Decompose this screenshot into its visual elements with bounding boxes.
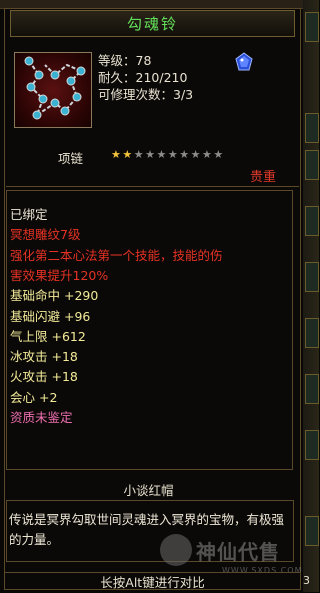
property-line: 基础命中 +290 (10, 288, 99, 304)
property-line: 冰攻击 +18 (10, 349, 78, 365)
hud-slot[interactable] (305, 374, 319, 404)
star-empty-icon: ★ (190, 148, 202, 161)
star-empty-icon: ★ (133, 148, 146, 161)
maker-name: 小谈红帽 (123, 483, 174, 498)
compare-hint: 长按Alt键进行对比 (4, 572, 301, 593)
star-empty-icon: ★ (179, 148, 191, 161)
watermark-logo-icon (160, 534, 192, 566)
title-bar: 勾魂铃 (10, 10, 295, 37)
item-repairs: 可修理次数：3/3 (98, 87, 194, 102)
corner-number: 3 (303, 574, 310, 587)
property-line: 会心 +2 (10, 389, 58, 405)
divider (6, 186, 299, 187)
item-stats: 等级：78 耐久：210/210 可修理次数：3/3 (98, 52, 193, 103)
watermark-name: 神仙代售 (196, 540, 280, 564)
property-line: 冥想雕纹7级 (10, 227, 81, 243)
star-filled-icon: ★ (122, 148, 134, 161)
quality-label: 贵重 (250, 170, 277, 185)
hud-slot[interactable] (305, 430, 319, 460)
property-line: 气上限 +612 (10, 328, 86, 344)
chain-necklace-icon (14, 52, 92, 128)
star-empty-icon: ★ (145, 148, 157, 161)
hud-slot[interactable] (305, 318, 319, 348)
item-durability: 耐久：210/210 (98, 70, 188, 85)
star-rating: ★★★★★★★★★★ (111, 148, 225, 161)
item-type: 项链 (58, 151, 84, 166)
hud-slot[interactable] (305, 150, 319, 180)
hud-slot[interactable] (305, 262, 319, 292)
property-line: 基础闪避 +96 (10, 308, 91, 324)
property-line: 害效果提升120% (10, 267, 109, 283)
property-line: 强化第二本心法第一个技能，技能的伤 (10, 247, 223, 263)
hud-slot[interactable] (305, 516, 319, 546)
property-line: 已绑定 (10, 207, 48, 222)
item-level: 等级：78 (98, 53, 152, 68)
hud-slot[interactable] (305, 113, 319, 143)
hud-slot[interactable] (305, 12, 319, 42)
item-name: 勾魂铃 (126, 15, 178, 33)
star-empty-icon: ★ (202, 148, 214, 161)
property-line: 资质未鉴定 (10, 410, 73, 425)
hud-side-strip (303, 0, 319, 592)
star-empty-icon: ★ (213, 148, 225, 161)
star-empty-icon: ★ (167, 148, 180, 161)
star-filled-icon: ★ (111, 148, 123, 161)
sapphire-icon (234, 52, 254, 72)
star-empty-icon: ★ (156, 148, 168, 161)
hud-slot[interactable] (305, 206, 319, 236)
property-line: 火攻击 +18 (10, 369, 78, 385)
